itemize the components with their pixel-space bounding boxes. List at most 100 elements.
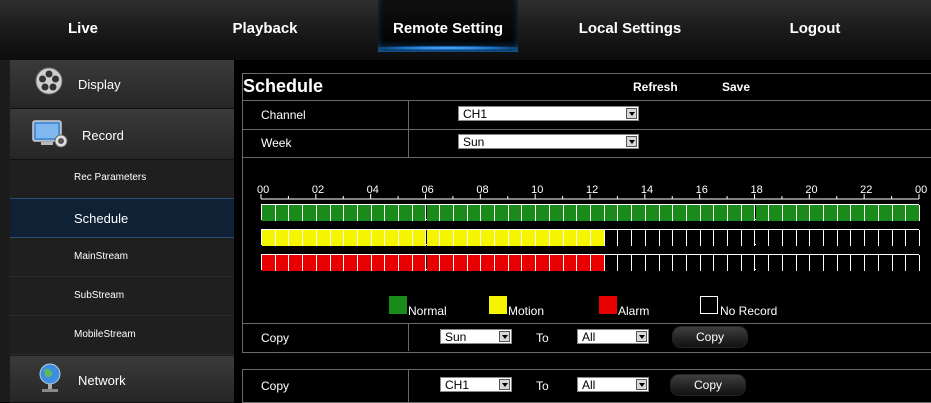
alarm-cell[interactable] [289,255,304,271]
motion-cell[interactable] [385,230,400,246]
normal-cell[interactable] [906,205,920,221]
normal-cell[interactable] [865,205,879,221]
motion-cell[interactable] [769,230,783,246]
normal-cell[interactable] [344,205,358,221]
normal-cell[interactable] [275,205,290,221]
motion-cell[interactable] [357,230,372,246]
normal-cell[interactable] [440,205,454,221]
normal-cell[interactable] [632,205,646,221]
motion-cell[interactable] [591,230,605,246]
motion-cell[interactable] [262,230,276,246]
normal-cell[interactable] [700,205,715,221]
motion-cell[interactable] [330,230,345,246]
motion-cell[interactable] [536,230,550,246]
motion-cell[interactable] [522,230,537,246]
copy-from-day-select[interactable]: Sun [440,329,512,344]
alarm-cell[interactable] [371,255,386,271]
motion-cell[interactable] [632,230,646,246]
normal-cell[interactable] [755,205,770,221]
alarm-cell[interactable] [591,255,605,271]
normal-cell[interactable] [659,205,674,221]
alarm-cell[interactable] [426,255,441,271]
alarm-cell[interactable] [549,255,564,271]
normal-cell[interactable] [577,205,591,221]
normal-cell[interactable] [591,205,605,221]
normal-cell[interactable] [481,205,496,221]
alarm-cell[interactable] [837,255,852,271]
motion-cell[interactable] [316,230,331,246]
motion-cell[interactable] [508,230,523,246]
alarm-cell[interactable] [632,255,646,271]
normal-cell[interactable] [303,205,317,221]
alarm-cell[interactable] [481,255,496,271]
motion-cell[interactable] [467,230,482,246]
alarm-cell[interactable] [769,255,783,271]
motion-cell[interactable] [399,230,413,246]
alarm-cell[interactable] [275,255,290,271]
alarm-cell[interactable] [755,255,770,271]
motion-cell[interactable] [481,230,496,246]
alarm-cell[interactable] [357,255,372,271]
alarm-cell[interactable] [604,255,619,271]
motion-cell[interactable] [673,230,687,246]
motion-cell[interactable] [412,230,427,246]
normal-cell[interactable] [645,205,660,221]
normal-cell[interactable] [330,205,345,221]
normal-cell[interactable] [495,205,509,221]
normal-cell[interactable] [316,205,331,221]
motion-cell[interactable] [810,230,825,246]
alarm-cell[interactable] [536,255,550,271]
alarm-cell[interactable] [673,255,687,271]
normal-cell[interactable] [536,205,550,221]
normal-cell[interactable] [522,205,537,221]
alarm-cell[interactable] [303,255,317,271]
schedule-row-alarm[interactable] [261,254,920,271]
alarm-cell[interactable] [865,255,879,271]
motion-cell[interactable] [495,230,509,246]
motion-cell[interactable] [892,230,907,246]
normal-cell[interactable] [262,205,276,221]
normal-cell[interactable] [824,205,838,221]
normal-cell[interactable] [357,205,372,221]
normal-cell[interactable] [673,205,687,221]
normal-cell[interactable] [385,205,400,221]
normal-cell[interactable] [837,205,852,221]
copy-channel-button[interactable]: Copy [670,374,746,396]
motion-cell[interactable] [796,230,811,246]
normal-cell[interactable] [769,205,783,221]
motion-cell[interactable] [700,230,715,246]
alarm-cell[interactable] [714,255,729,271]
alarm-cell[interactable] [659,255,674,271]
motion-cell[interactable] [275,230,290,246]
motion-cell[interactable] [659,230,674,246]
alarm-cell[interactable] [577,255,591,271]
alarm-cell[interactable] [262,255,276,271]
normal-cell[interactable] [453,205,468,221]
alarm-cell[interactable] [906,255,920,271]
normal-cell[interactable] [399,205,413,221]
motion-cell[interactable] [714,230,729,246]
alarm-cell[interactable] [878,255,893,271]
motion-cell[interactable] [728,230,742,246]
copy-to-day-select[interactable]: All [577,329,649,344]
normal-cell[interactable] [618,205,633,221]
motion-cell[interactable] [289,230,304,246]
alarm-cell[interactable] [700,255,715,271]
alarm-cell[interactable] [330,255,345,271]
alarm-cell[interactable] [892,255,907,271]
alarm-cell[interactable] [344,255,358,271]
normal-cell[interactable] [810,205,825,221]
motion-cell[interactable] [865,230,879,246]
motion-cell[interactable] [426,230,441,246]
alarm-cell[interactable] [741,255,756,271]
normal-cell[interactable] [878,205,893,221]
normal-cell[interactable] [686,205,701,221]
alarm-cell[interactable] [618,255,633,271]
alarm-cell[interactable] [686,255,701,271]
normal-cell[interactable] [851,205,866,221]
alarm-cell[interactable] [316,255,331,271]
schedule-row-motion[interactable] [261,229,920,246]
motion-cell[interactable] [303,230,317,246]
motion-cell[interactable] [741,230,756,246]
motion-cell[interactable] [755,230,770,246]
